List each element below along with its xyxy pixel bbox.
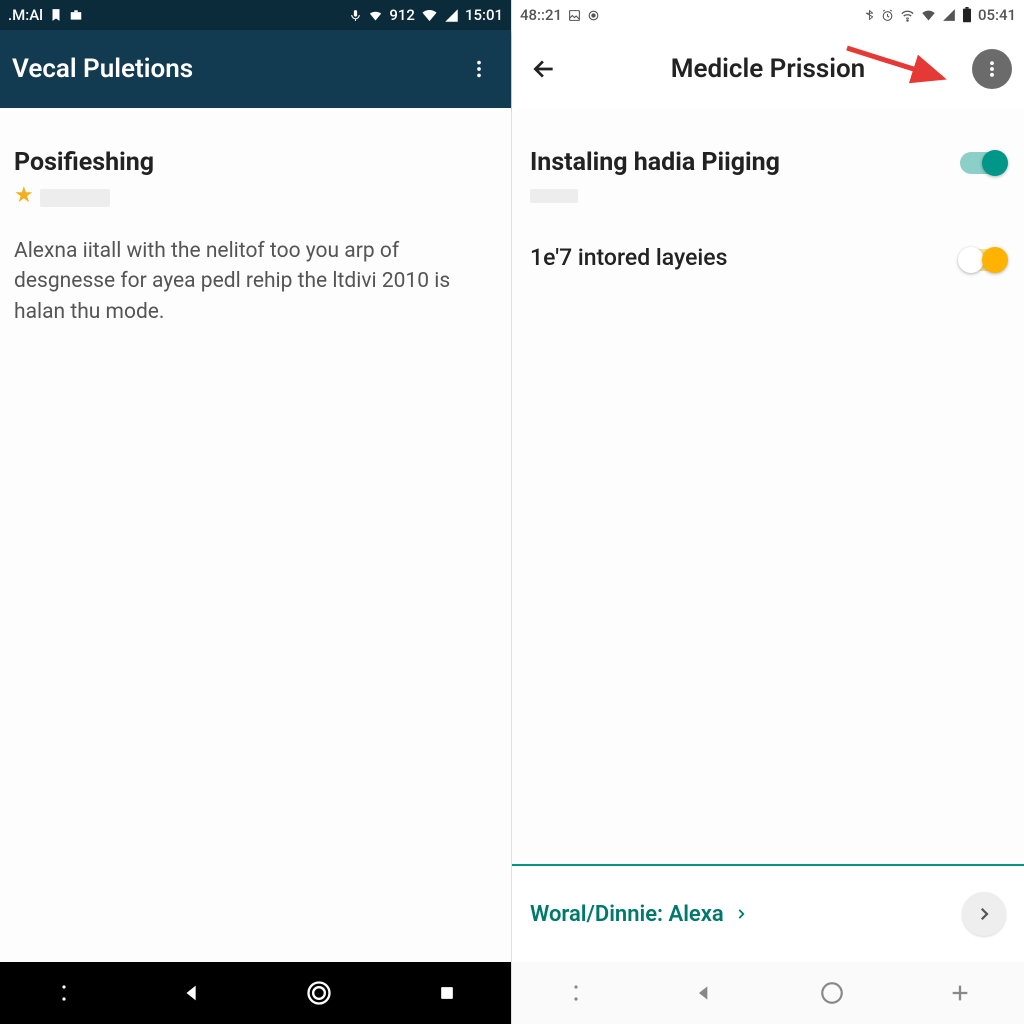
- more-vert-button[interactable]: [459, 49, 499, 89]
- bottom-link-label: Woral/Dinnie: Alexa: [530, 902, 724, 927]
- section-title: Posifieshing: [14, 148, 497, 177]
- app-title-left: Vecal Puletions: [12, 54, 459, 84]
- bluetooth-icon: [864, 8, 875, 22]
- status-time-right: 05:41: [978, 6, 1016, 24]
- picture-icon: [568, 9, 581, 22]
- nav-back-icon: [181, 982, 203, 1004]
- nav-menu-button[interactable]: [40, 969, 88, 1017]
- wifi-icon: [368, 8, 383, 23]
- rating-row: ★: [14, 183, 497, 208]
- chevron-right-small-icon: [734, 907, 748, 921]
- content-right: Instaling hadia Piiging 1e'7 intored lay…: [512, 108, 1024, 864]
- plus-icon: [949, 982, 971, 1004]
- app-title-right: Medicle Prission: [564, 54, 972, 84]
- phone-right: 48::21: [512, 0, 1024, 1024]
- back-button[interactable]: [524, 49, 564, 89]
- status-carrier-text: .M:Al: [8, 6, 43, 24]
- toggle-knob: [982, 150, 1008, 176]
- dual-phone-container: .M:Al 912: [0, 0, 1024, 1024]
- cell-signal-icon: [942, 8, 956, 22]
- setting-2-label: 1e'7 intored layeies: [530, 244, 727, 271]
- next-fab[interactable]: [962, 892, 1006, 936]
- toggle-1[interactable]: [960, 152, 1006, 174]
- redacted-bar: [40, 189, 110, 207]
- battery-icon: [962, 7, 972, 23]
- bookmark-icon: [49, 8, 63, 22]
- status-number: 912: [389, 6, 415, 24]
- briefcase-icon: [69, 8, 83, 22]
- toggle-2[interactable]: [960, 249, 1006, 271]
- nav-bar-left: [0, 962, 511, 1024]
- status-bar-left: .M:Al 912: [0, 0, 511, 30]
- nav-recent-icon: [437, 983, 457, 1003]
- nav-home-icon: [819, 980, 845, 1006]
- wifi-full-icon: [921, 8, 936, 23]
- wifi-outline-icon: [900, 8, 915, 23]
- status-time: 15:01: [465, 6, 503, 24]
- nav-add-button[interactable]: [936, 969, 984, 1017]
- nav-home-button[interactable]: [295, 969, 343, 1017]
- redacted-bar: [530, 189, 578, 203]
- more-button-right[interactable]: [972, 49, 1012, 89]
- setting-row-2[interactable]: 1e'7 intored layeies: [530, 244, 1006, 271]
- nav-menu-icon: [572, 983, 580, 1003]
- nav-back-icon: [694, 983, 714, 1003]
- more-vert-icon: [468, 58, 490, 80]
- phone-left: .M:Al 912: [0, 0, 512, 1024]
- bottom-link-bar[interactable]: Woral/Dinnie: Alexa: [512, 864, 1024, 962]
- toggle-knob-color: [982, 247, 1008, 273]
- nav-back-button[interactable]: [168, 969, 216, 1017]
- star-icon: ★: [14, 183, 34, 208]
- setting-row-1[interactable]: Instaling hadia Piiging: [530, 148, 1006, 204]
- wifi-full-icon: [421, 7, 438, 24]
- nav-bar-right: [512, 962, 1024, 1024]
- mic-icon: [349, 9, 362, 22]
- nav-menu-button[interactable]: [552, 969, 600, 1017]
- target-icon: [587, 9, 600, 22]
- nav-home-button[interactable]: [808, 969, 856, 1017]
- nav-home-icon: [305, 979, 333, 1007]
- alarm-icon: [881, 9, 894, 22]
- nav-recent-button[interactable]: [423, 969, 471, 1017]
- app-bar-right: Medicle Prission: [512, 30, 1024, 108]
- more-vert-icon: [982, 59, 1002, 79]
- content-left: Posifieshing ★ Alexna iitall with the ne…: [0, 108, 511, 962]
- status-left-text: 48::21: [520, 6, 562, 24]
- toggle-knob: [958, 247, 984, 273]
- nav-menu-icon: [60, 983, 68, 1003]
- section-body: Alexna iitall with the nelitof too you a…: [14, 236, 497, 327]
- nav-back-button[interactable]: [680, 969, 728, 1017]
- cell-signal-icon: [444, 8, 459, 23]
- arrow-back-icon: [531, 56, 557, 82]
- status-bar-right: 48::21: [512, 0, 1024, 30]
- setting-1-label: Instaling hadia Piiging: [530, 148, 780, 177]
- chevron-right-icon: [975, 905, 993, 923]
- app-bar-left: Vecal Puletions: [0, 30, 511, 108]
